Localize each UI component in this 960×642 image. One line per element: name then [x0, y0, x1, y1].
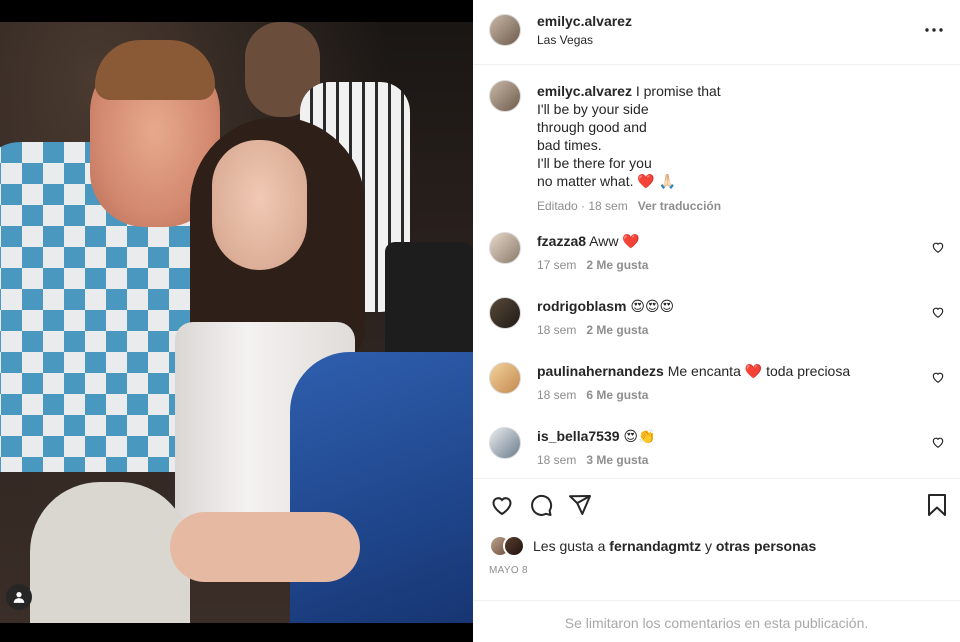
bookmark-icon	[928, 494, 946, 516]
caption-edited: Editado	[537, 199, 578, 213]
caption-time: 18 sem	[588, 199, 628, 213]
comment-time: 18 sem	[537, 388, 577, 402]
comment-time: 18 sem	[537, 453, 577, 467]
photo-man-hair	[95, 40, 215, 100]
comment-likes-button[interactable]: 6 Me gusta	[586, 388, 648, 402]
likes-summary: Les gusta a fernandagmtz y otras persona…	[489, 535, 816, 557]
comment-meta: 18 sem 3 Me gusta	[537, 453, 648, 467]
caption-line-3: through good and	[537, 119, 647, 135]
author-username[interactable]: emilyc.alvarez	[537, 13, 632, 29]
caption-meta: Editado · 18 sem Ver traducción	[537, 197, 722, 215]
likers-avatars[interactable]	[489, 535, 527, 557]
comment-username[interactable]: fzazza8	[537, 233, 586, 249]
comment-item: paulinahernandezs Me encanta ❤️ toda pre…	[489, 362, 949, 418]
comment-meta: 18 sem 2 Me gusta	[537, 323, 648, 337]
heart-icon[interactable]	[931, 240, 945, 254]
comment-content: Aww ❤️	[589, 233, 640, 249]
likes-prefix: Les gusta a	[533, 538, 606, 554]
comment-item: fzazza8 Aww ❤️ 17 sem 2 Me gusta	[489, 232, 949, 288]
caption-body: emilyc.alvarez I promise that I'll be by…	[537, 82, 777, 215]
comment-icon	[531, 494, 553, 516]
comment-time: 18 sem	[537, 323, 577, 337]
comment-content: 😍😍😍	[630, 298, 675, 314]
post-details-panel: emilyc.alvarez Las Vegas emilyc.alvarez …	[473, 0, 960, 642]
author-avatar[interactable]	[489, 14, 521, 46]
comment-username[interactable]: is_bella7539	[537, 428, 620, 444]
heart-icon	[492, 497, 512, 516]
caption-line-5: I'll be there for you	[537, 155, 652, 171]
heart-icon[interactable]	[931, 305, 945, 319]
caption-emoji: ❤️ 🙏🏻	[637, 173, 677, 189]
comment-text: fzazza8 Aww ❤️	[537, 232, 640, 250]
comment-avatar[interactable]	[489, 232, 521, 264]
post-actions: Les gusta a fernandagmtz y otras persona…	[473, 478, 960, 638]
likes-connector: y	[704, 538, 712, 554]
caption-line-2: I'll be by your side	[537, 101, 649, 117]
caption-author-avatar[interactable]	[489, 80, 521, 112]
post-location[interactable]: Las Vegas	[537, 33, 593, 47]
comment-username[interactable]: paulinahernandezs	[537, 363, 664, 379]
comment-button[interactable]	[528, 492, 554, 518]
comment-time: 17 sem	[537, 258, 577, 272]
photo-jeans	[30, 482, 190, 623]
likes-others[interactable]: otras personas	[716, 538, 816, 554]
comment-text: rodrigoblasm 😍😍😍	[537, 297, 674, 315]
heart-icon[interactable]	[931, 435, 945, 449]
save-button[interactable]	[924, 492, 950, 518]
comment-text: paulinahernandezs Me encanta ❤️ toda pre…	[537, 362, 850, 380]
comment-item: rodrigoblasm 😍😍😍 18 sem 2 Me gusta	[489, 297, 949, 353]
caption-username[interactable]: emilyc.alvarez	[537, 83, 632, 99]
caption-line-1: I promise that	[635, 83, 721, 99]
comment-likes-button[interactable]: 3 Me gusta	[586, 453, 648, 467]
comments-limited-notice: Se limitaron los comentarios en esta pub…	[473, 600, 960, 640]
user-tag-icon	[13, 592, 25, 603]
share-icon	[569, 495, 591, 515]
more-horizontal-icon	[925, 28, 943, 32]
photo-blue-shawl	[290, 352, 473, 623]
liker-avatar	[503, 535, 525, 557]
post-header: emilyc.alvarez Las Vegas	[473, 0, 960, 65]
caption-line-6: no matter what.	[537, 173, 634, 189]
caption-line-4: bad times.	[537, 137, 602, 153]
comment-avatar[interactable]	[489, 427, 521, 459]
comment-avatar[interactable]	[489, 362, 521, 394]
comment-avatar[interactable]	[489, 297, 521, 329]
comment-content: Me encanta ❤️ toda preciosa	[667, 363, 851, 379]
see-translation-button[interactable]: Ver traducción	[638, 197, 721, 215]
comments-list[interactable]: emilyc.alvarez I promise that I'll be by…	[473, 66, 960, 478]
likes-user[interactable]: fernandagmtz	[609, 538, 701, 554]
instagram-post-window: emilyc.alvarez Las Vegas emilyc.alvarez …	[0, 0, 960, 642]
share-button[interactable]	[567, 492, 593, 518]
post-photo[interactable]	[0, 22, 473, 623]
comment-likes-button[interactable]: 2 Me gusta	[586, 258, 648, 272]
comment-meta: 18 sem 6 Me gusta	[537, 388, 648, 402]
user-tag-button[interactable]	[6, 584, 32, 610]
comment-content: 😍👏	[623, 428, 656, 444]
like-button[interactable]	[489, 492, 515, 518]
photo-arm	[170, 512, 360, 582]
post-date[interactable]: MAYO 8	[489, 565, 528, 576]
post-media-pane	[0, 0, 473, 642]
heart-icon[interactable]	[931, 370, 945, 384]
comment-meta: 17 sem 2 Me gusta	[537, 258, 648, 272]
photo-woman-face	[212, 140, 307, 270]
comment-likes-button[interactable]: 2 Me gusta	[586, 323, 648, 337]
comment-text: is_bella7539 😍👏	[537, 427, 655, 445]
comment-item: is_bella7539 😍👏 18 sem 3 Me gusta	[489, 427, 949, 478]
more-options-button[interactable]	[922, 18, 946, 42]
comment-username[interactable]: rodrigoblasm	[537, 298, 626, 314]
